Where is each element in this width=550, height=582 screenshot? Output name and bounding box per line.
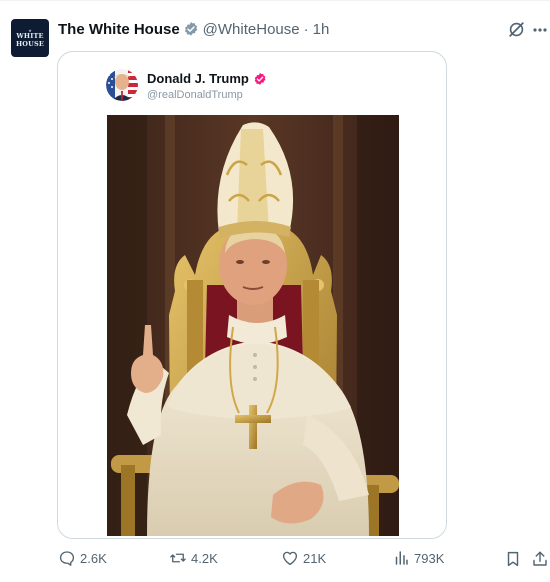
like-count: 21K xyxy=(303,550,327,566)
like-button[interactable]: 21K xyxy=(281,549,326,567)
quoted-author-avatar[interactable] xyxy=(106,69,138,101)
repost-icon xyxy=(170,553,186,563)
post-time[interactable]: 1h xyxy=(313,21,330,38)
more-icon[interactable] xyxy=(532,27,548,33)
tweet-card[interactable]: ★ WHITE HOUSE The White House @WhiteHous… xyxy=(0,0,550,582)
quoted-name-row: Donald J. Trump xyxy=(147,71,267,86)
quoted-post[interactable]: Donald J. Trump @realDonaldTrump xyxy=(57,51,447,539)
author-name[interactable]: The White House xyxy=(58,21,180,38)
repost-button[interactable]: 4.2K xyxy=(169,549,218,567)
reply-count: 2.6K xyxy=(80,550,107,566)
avatar-ornament: ★ xyxy=(28,28,32,33)
verified-badge-icon xyxy=(184,22,198,36)
quoted-author-handle[interactable]: @realDonaldTrump xyxy=(147,89,243,101)
like-icon xyxy=(282,551,298,566)
header-separator: · xyxy=(303,20,309,38)
reply-button[interactable]: 2.6K xyxy=(58,549,107,567)
quoted-author-name[interactable]: Donald J. Trump xyxy=(147,71,249,86)
repost-count: 4.2K xyxy=(191,550,218,566)
tweet-header: The White House @WhiteHouse · 1h xyxy=(58,19,329,39)
grok-icon[interactable] xyxy=(507,20,526,39)
views-icon xyxy=(395,551,408,565)
views-button[interactable]: 793K xyxy=(392,549,444,567)
views-count: 793K xyxy=(414,550,445,566)
reply-icon xyxy=(59,551,75,566)
quoted-post-image[interactable] xyxy=(107,115,399,536)
author-handle[interactable]: @WhiteHouse xyxy=(203,21,300,38)
action-bar: 2.6K 4.2K 21K 793K xyxy=(0,546,550,574)
share-icon[interactable] xyxy=(531,550,549,568)
avatar-text-line-2: HOUSE xyxy=(15,39,45,48)
white-house-avatar[interactable]: ★ WHITE HOUSE xyxy=(11,19,49,57)
bookmark-icon[interactable] xyxy=(504,550,522,568)
verified-badge-icon xyxy=(254,72,266,85)
